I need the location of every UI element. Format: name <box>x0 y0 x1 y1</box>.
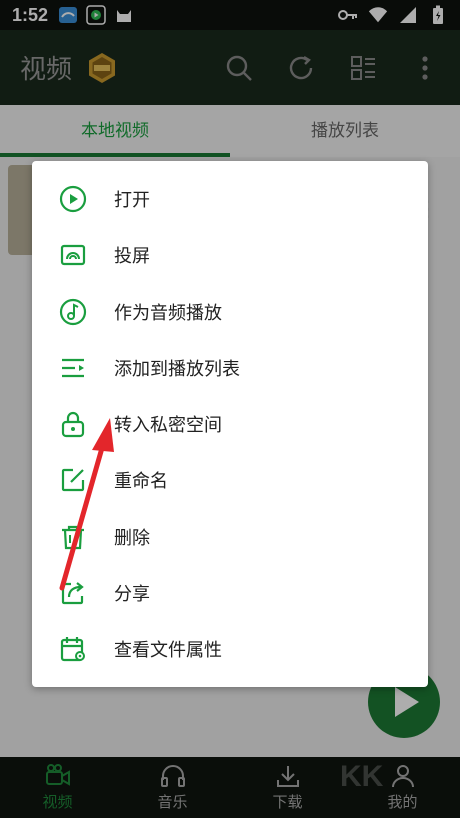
edit-icon <box>58 465 88 495</box>
trash-icon <box>58 522 88 552</box>
menu-item-add-to-playlist[interactable]: 添加到播放列表 <box>32 340 428 396</box>
menu-label-play-as-audio: 作为音频播放 <box>114 302 222 324</box>
lock-icon <box>58 409 88 439</box>
menu-label-open: 打开 <box>114 190 150 212</box>
menu-item-play-as-audio[interactable]: 作为音频播放 <box>32 284 428 340</box>
menu-label-file-properties: 查看文件属性 <box>114 640 222 662</box>
playlist-add-icon <box>58 353 88 383</box>
menu-item-share[interactable]: 分享 <box>32 565 428 621</box>
menu-label-rename: 重命名 <box>114 471 168 493</box>
menu-item-open[interactable]: 打开 <box>32 171 428 227</box>
share-icon <box>58 578 88 608</box>
context-menu: 打开 投屏 作为音频播放 添加到播放列表 转入私密空间 重命名 删除 分享 查看… <box>32 161 428 687</box>
music-note-icon <box>58 297 88 327</box>
menu-label-private-space: 转入私密空间 <box>114 415 222 437</box>
menu-item-cast[interactable]: 投屏 <box>32 227 428 283</box>
menu-label-delete: 删除 <box>114 527 150 549</box>
menu-item-private-space[interactable]: 转入私密空间 <box>32 396 428 452</box>
menu-label-share: 分享 <box>114 583 150 605</box>
menu-label-cast: 投屏 <box>114 246 150 268</box>
file-properties-icon <box>58 634 88 664</box>
menu-item-file-properties[interactable]: 查看文件属性 <box>32 621 428 677</box>
menu-label-add-to-playlist: 添加到播放列表 <box>114 358 240 380</box>
cast-icon <box>58 240 88 270</box>
menu-item-rename[interactable]: 重命名 <box>32 452 428 508</box>
play-circle-icon <box>58 184 88 214</box>
menu-item-delete[interactable]: 删除 <box>32 509 428 565</box>
